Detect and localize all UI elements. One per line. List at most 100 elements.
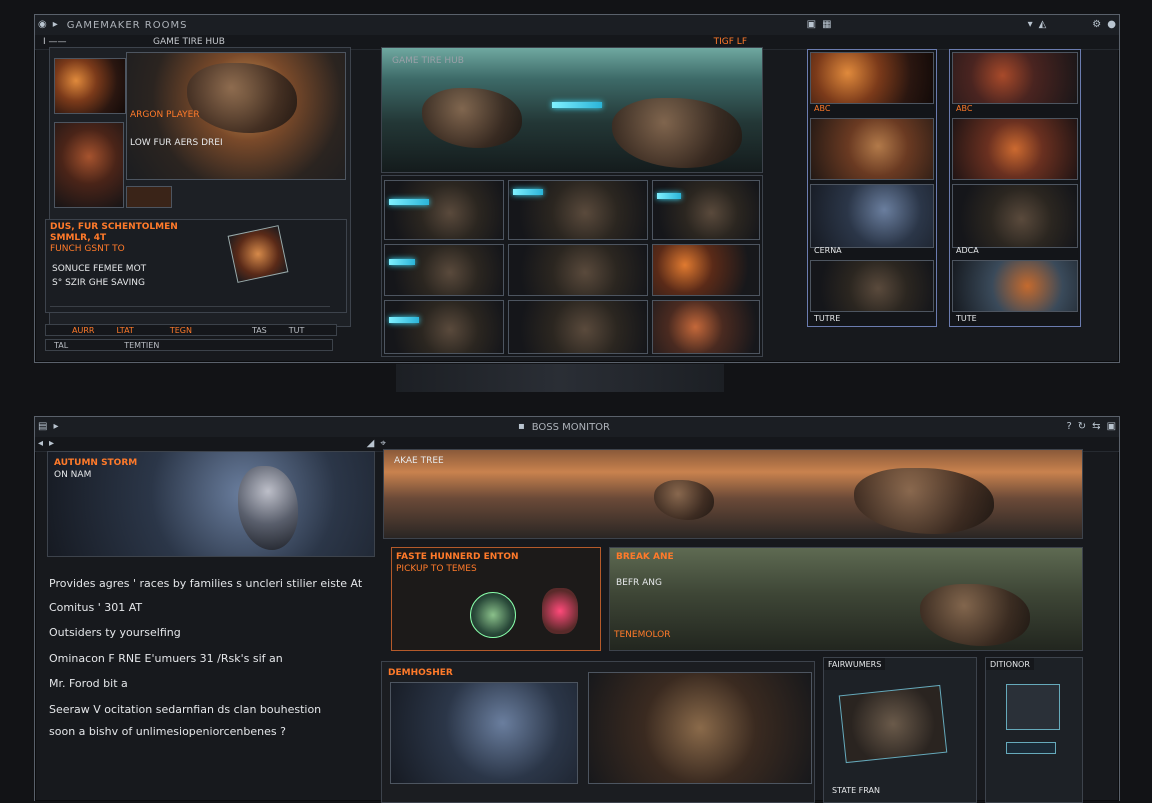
center-creature-2 bbox=[612, 98, 742, 168]
center-beam bbox=[552, 102, 602, 108]
signal-icon: ▾ bbox=[1027, 19, 1033, 30]
hero-caption-1: ARGON PLAYER bbox=[130, 110, 200, 120]
right-b-thumb-0[interactable] bbox=[952, 52, 1078, 104]
body-line-4[interactable]: Mr. Forod bit a bbox=[49, 677, 128, 690]
sort-icon[interactable]: ▪ bbox=[518, 421, 525, 433]
grid-thumb-6[interactable] bbox=[384, 300, 504, 354]
right-a-thumb-2[interactable] bbox=[810, 184, 934, 248]
card-e[interactable]: DITIONOR bbox=[985, 657, 1083, 803]
card-title-1: DUS, FUR SCHENTOLMEN bbox=[50, 222, 178, 232]
expand-icon[interactable]: ◢ bbox=[367, 438, 375, 450]
card-title-2: SMMLR, 4T bbox=[50, 233, 107, 243]
right-a-thumb-0[interactable] bbox=[810, 52, 934, 104]
footer-tab-3[interactable]: TAS bbox=[252, 326, 267, 335]
grid-thumb-2[interactable] bbox=[652, 180, 760, 240]
panel-icon: ▤ bbox=[38, 421, 48, 432]
top-window-title: GAMEMAKER ROOMS bbox=[66, 19, 188, 31]
menu-icon[interactable]: ▸ bbox=[53, 19, 58, 31]
item-gem-icon[interactable] bbox=[227, 225, 289, 283]
chat-icon[interactable]: ▣ bbox=[1107, 421, 1116, 433]
card-a[interactable]: FASTE HUNNERD ENTON PICKUP TO TEMES bbox=[391, 547, 601, 651]
thumb-beam bbox=[389, 199, 429, 205]
feature-title: AUTUMN STORM bbox=[54, 458, 138, 468]
right-b-thumb-2[interactable] bbox=[952, 184, 1078, 248]
body-line-0: Provides agres ' races by families s unc… bbox=[49, 577, 363, 590]
right-b-label-3: TUTE bbox=[956, 313, 977, 323]
grid-thumb-0[interactable] bbox=[384, 180, 504, 240]
grid-thumb-5[interactable] bbox=[652, 244, 760, 296]
right-b-label-1: ADCA bbox=[956, 245, 979, 255]
right-a-thumb-3[interactable] bbox=[810, 260, 934, 312]
card-c[interactable]: DEMHOSHER bbox=[381, 661, 815, 803]
grid-thumb-4[interactable] bbox=[508, 244, 648, 296]
grid-thumb-7[interactable] bbox=[508, 300, 648, 354]
user-icon[interactable]: ● bbox=[1107, 19, 1116, 31]
refresh-icon[interactable]: ↻ bbox=[1078, 421, 1086, 433]
card-divider bbox=[50, 306, 330, 307]
sub-mid-label[interactable]: GAME TIRE HUB bbox=[153, 37, 225, 47]
card-b-footer: TENEMOLOR bbox=[614, 630, 671, 640]
settings-icon[interactable]: ⚙ bbox=[1092, 19, 1101, 31]
right-b-thumb-1[interactable] bbox=[952, 118, 1078, 180]
body-line-5: Seeraw V ocitation sedarnfian ds clan bo… bbox=[49, 703, 322, 716]
top-titlebar: ◉ ▸ GAMEMAKER ROOMS ▣ ▦ ▾ ◭ ⚙ ● bbox=[35, 15, 1119, 36]
card-title-3: FUNCH GSNT TO bbox=[50, 244, 125, 254]
card-b[interactable]: BREAK ANE BEFR ANG TENEMOLOR bbox=[609, 547, 1083, 651]
forward-icon[interactable]: ▸ bbox=[49, 438, 54, 450]
grid-thumb-1[interactable] bbox=[508, 180, 648, 240]
grid-thumb-8[interactable] bbox=[652, 300, 760, 354]
feature-card[interactable]: AUTUMN STORM ON NAM bbox=[47, 451, 375, 557]
center-grid-panel bbox=[381, 175, 763, 357]
card-e-button[interactable] bbox=[1006, 742, 1056, 754]
grid-icon[interactable]: ▦ bbox=[822, 19, 831, 31]
card-c-thumb-1[interactable] bbox=[390, 682, 578, 784]
feature-sub: ON NAM bbox=[54, 470, 92, 480]
sub-right-label[interactable]: TIGF LF bbox=[714, 37, 747, 47]
body-line-6: soon a bishv of unlimesiopeniorcenbenes … bbox=[49, 725, 286, 738]
grid-thumb-3[interactable] bbox=[384, 244, 504, 296]
banner-art[interactable]: AKAE TREE bbox=[383, 449, 1083, 539]
scroll-shadow bbox=[396, 364, 724, 392]
card-e-title: DITIONOR bbox=[986, 658, 1034, 670]
arrow-icon[interactable]: ▸ bbox=[53, 421, 58, 433]
app-logo-icon: ◉ bbox=[38, 19, 47, 30]
card-d-title: FAIRWUMERS bbox=[824, 658, 886, 670]
center-caption: GAME TIRE HUB bbox=[392, 56, 464, 66]
mini-thumb-strip[interactable] bbox=[126, 186, 172, 208]
card-sub: SONUCE FEMEE MOT bbox=[52, 264, 147, 274]
left-footer-items: TAL TEMTIEN bbox=[45, 339, 333, 351]
right-b-thumb-3[interactable] bbox=[952, 260, 1078, 312]
center-hero-panel[interactable]: GAME TIRE HUB bbox=[381, 47, 763, 173]
footer-tab-2[interactable]: TEGN bbox=[170, 326, 192, 335]
right-a-label-1: CERNA bbox=[814, 245, 842, 255]
card-d[interactable]: FAIRWUMERS STATE FRAN bbox=[823, 657, 977, 803]
right-a-thumb-1[interactable] bbox=[810, 118, 934, 180]
back-icon[interactable]: ◂ bbox=[38, 438, 43, 450]
card-c-thumb-2[interactable] bbox=[588, 672, 812, 784]
potion-icon bbox=[470, 592, 516, 638]
hero-thumb-small[interactable] bbox=[54, 58, 126, 114]
left-card-panel: DUS, FUR SCHENTOLMEN SMMLR, 4T FUNCH GSN… bbox=[45, 219, 347, 313]
share-icon[interactable]: ⇆ bbox=[1092, 421, 1100, 433]
card-a-title: FASTE HUNNERD ENTON bbox=[396, 552, 519, 562]
right-column-a: ABC CERNA TUTRE bbox=[807, 49, 937, 327]
bookmark-icon[interactable]: ▣ bbox=[807, 19, 816, 31]
right-a-label-3: TUTRE bbox=[814, 313, 841, 323]
body-line-2: Outsiders ty yourselfing bbox=[49, 626, 181, 639]
portrait-thumb[interactable] bbox=[54, 122, 124, 208]
sub-left-label: I —— bbox=[43, 37, 67, 47]
footer-tab-4[interactable]: TUT bbox=[289, 326, 305, 335]
banner-creature-1 bbox=[654, 480, 714, 520]
footer-item-0[interactable]: TAL bbox=[54, 341, 68, 350]
body-line-1: Comitus ' 301 AT bbox=[49, 601, 143, 614]
hero-caption-2: LOW FUR AERS DREI bbox=[130, 138, 223, 148]
footer-item-1[interactable]: TEMTIEN bbox=[124, 341, 159, 350]
right-column-b: ABC ADCA TUTE bbox=[949, 49, 1081, 327]
footer-tab-1[interactable]: LTAT bbox=[116, 326, 133, 335]
wifi-icon: ◭ bbox=[1038, 19, 1047, 30]
footer-tab-0[interactable]: AURR bbox=[72, 326, 94, 335]
left-footer-tabs: AURR LTAT TEGN TAS TUT bbox=[45, 324, 337, 336]
help-icon[interactable]: ? bbox=[1066, 421, 1071, 433]
card-b-title: BREAK ANE bbox=[616, 552, 674, 562]
warrior-art bbox=[238, 466, 298, 550]
